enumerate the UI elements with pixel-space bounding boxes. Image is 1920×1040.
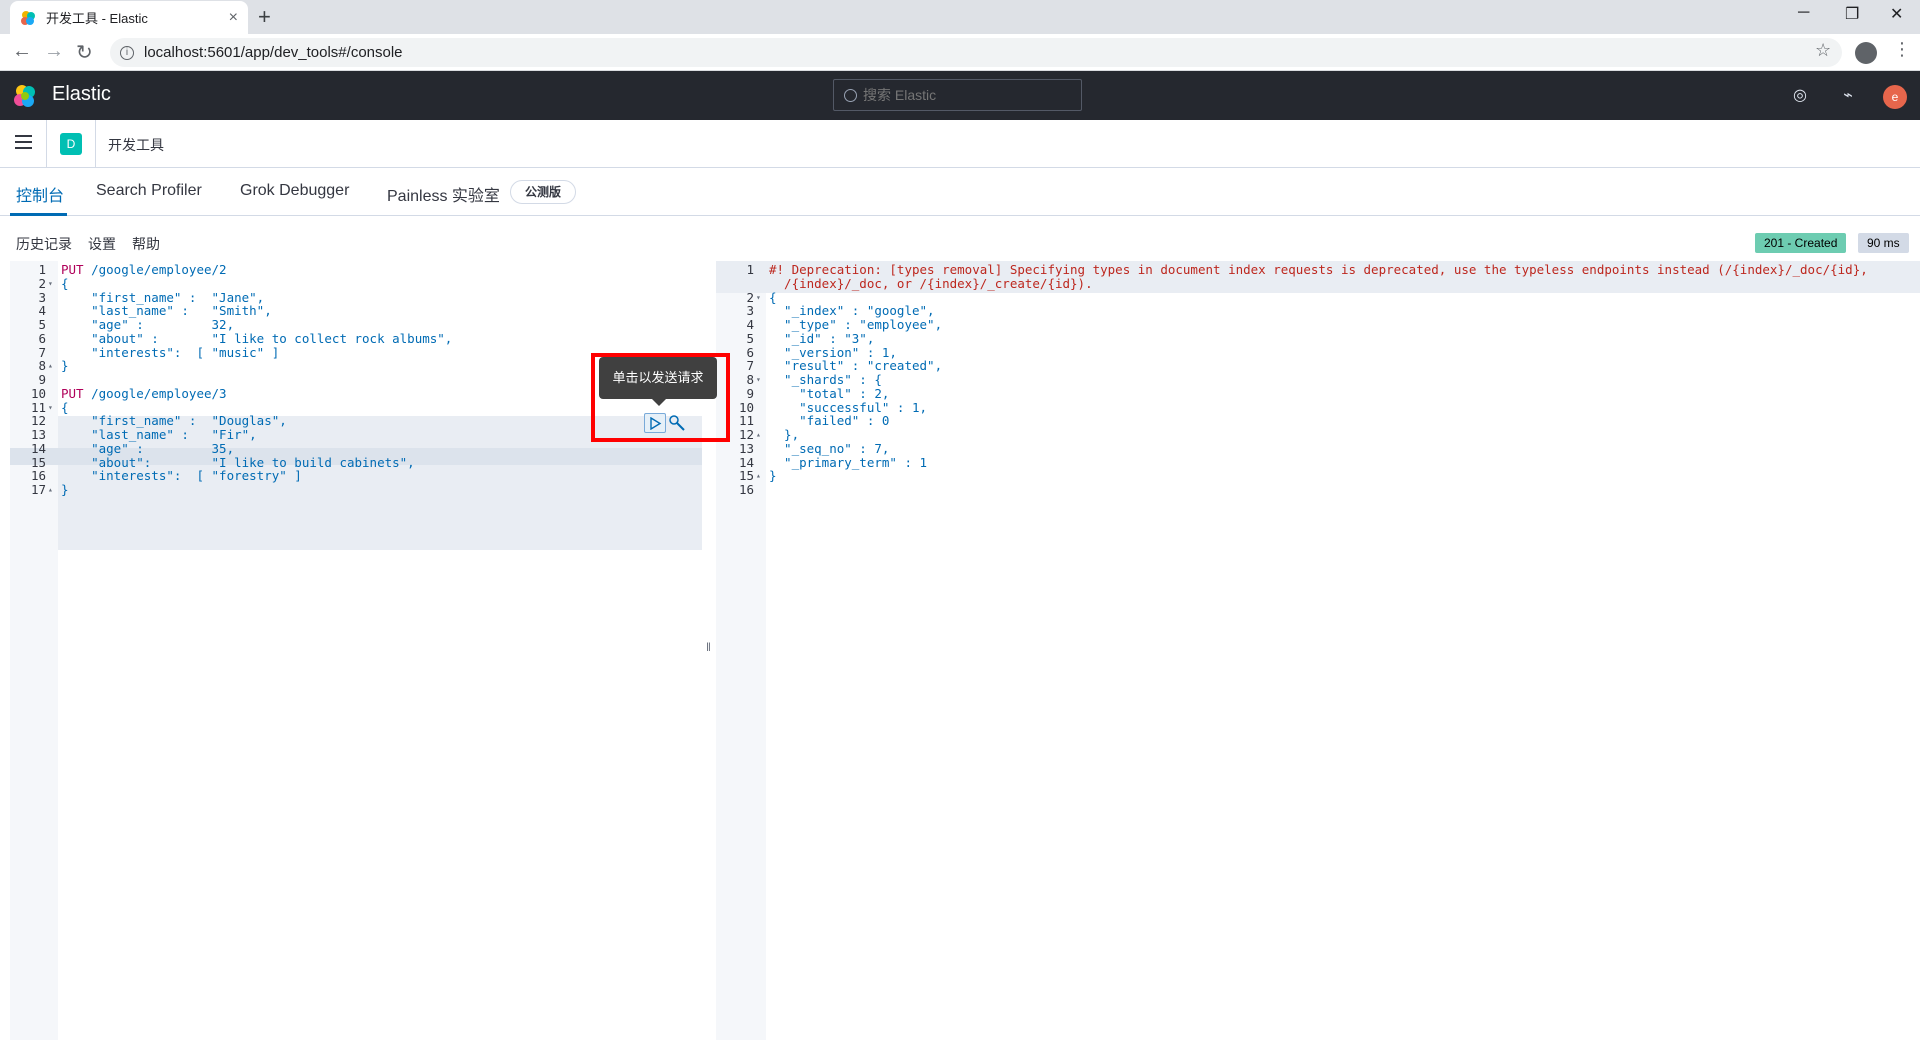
elastic-favicon-icon bbox=[21, 10, 35, 25]
back-icon[interactable]: ← bbox=[12, 40, 32, 63]
elastic-logo-icon bbox=[14, 85, 35, 107]
panel-resizer[interactable]: ‖ bbox=[706, 640, 711, 654]
browser-toolbar: ← → ↻ i localhost:5601/app/dev_tools#/co… bbox=[0, 34, 1920, 71]
tab-grok-debugger[interactable]: Grok Debugger bbox=[240, 182, 349, 200]
search-input[interactable] bbox=[863, 87, 1063, 103]
site-info-icon[interactable]: i bbox=[120, 45, 134, 60]
global-search[interactable] bbox=[833, 79, 1082, 111]
divider bbox=[46, 120, 47, 168]
window-close-icon[interactable]: ✕ bbox=[1890, 4, 1903, 24]
user-avatar[interactable]: e bbox=[1883, 85, 1907, 109]
bookmark-star-icon[interactable]: ☆ bbox=[1815, 40, 1831, 61]
browser-tabstrip: 开发工具 - Elastic × + ─ ❐ ✕ bbox=[0, 0, 1920, 34]
address-url: localhost:5601/app/dev_tools#/console bbox=[144, 44, 403, 61]
line-number: 16 bbox=[738, 482, 754, 497]
annotation-highlight-box bbox=[591, 353, 730, 442]
restore-icon[interactable]: ❐ bbox=[1845, 4, 1859, 24]
kibana-header: Elastic ◎ ⌁ e bbox=[0, 71, 1920, 120]
reload-icon[interactable]: ↻ bbox=[76, 40, 93, 65]
request-code: } bbox=[61, 481, 69, 498]
tab-search-profiler[interactable]: Search Profiler bbox=[96, 182, 202, 200]
close-tab-icon[interactable]: × bbox=[229, 9, 238, 27]
menu-icon[interactable] bbox=[15, 135, 32, 149]
minimize-icon[interactable]: ─ bbox=[1798, 4, 1809, 22]
brand-name[interactable]: Elastic bbox=[52, 83, 111, 106]
beta-badge: 公测版 bbox=[510, 180, 577, 204]
browser-tab[interactable]: 开发工具 - Elastic × bbox=[10, 1, 248, 34]
line-number: 17 bbox=[30, 482, 46, 497]
help-link[interactable]: 帮助 bbox=[132, 234, 160, 254]
breadcrumb-bar: D 开发工具 bbox=[0, 120, 1920, 168]
search-icon bbox=[844, 88, 857, 102]
fold-toggle-icon[interactable]: ▴ bbox=[48, 481, 53, 498]
tab-painless-lab[interactable]: Painless 实验室 bbox=[387, 182, 500, 206]
response-line: 16 bbox=[716, 481, 1920, 498]
browser-menu-icon[interactable]: ⋮ bbox=[1893, 39, 1911, 60]
response-viewer[interactable]: 1 #! Deprecation: [types removal] Specify… bbox=[716, 261, 1920, 1040]
devtools-tabs: 控制台 Search Profiler Grok Debugger Painle… bbox=[0, 168, 1920, 216]
new-tab-button[interactable]: + bbox=[258, 4, 271, 30]
breadcrumb: 开发工具 bbox=[108, 137, 164, 153]
space-selector[interactable]: D bbox=[60, 133, 82, 155]
request-line: 17 ▴} bbox=[10, 481, 702, 498]
status-badge: 201 - Created bbox=[1755, 233, 1847, 253]
forward-icon[interactable]: → bbox=[44, 40, 64, 63]
active-tab-indicator bbox=[10, 213, 67, 216]
newsfeed-icon[interactable]: ⌁ bbox=[1838, 85, 1858, 105]
browser-tab-title: 开发工具 - Elastic bbox=[46, 11, 148, 26]
profile-avatar-icon[interactable] bbox=[1855, 42, 1877, 64]
request-body-text: } bbox=[61, 482, 69, 497]
tab-console[interactable]: 控制台 bbox=[16, 182, 64, 206]
history-link[interactable]: 历史记录 bbox=[16, 234, 72, 254]
help-icon[interactable]: ◎ bbox=[1790, 85, 1810, 105]
response-time-badge: 90 ms bbox=[1858, 233, 1909, 253]
address-bar[interactable]: i localhost:5601/app/dev_tools#/console bbox=[110, 38, 1842, 67]
settings-link[interactable]: 设置 bbox=[88, 234, 116, 254]
divider bbox=[95, 120, 96, 168]
